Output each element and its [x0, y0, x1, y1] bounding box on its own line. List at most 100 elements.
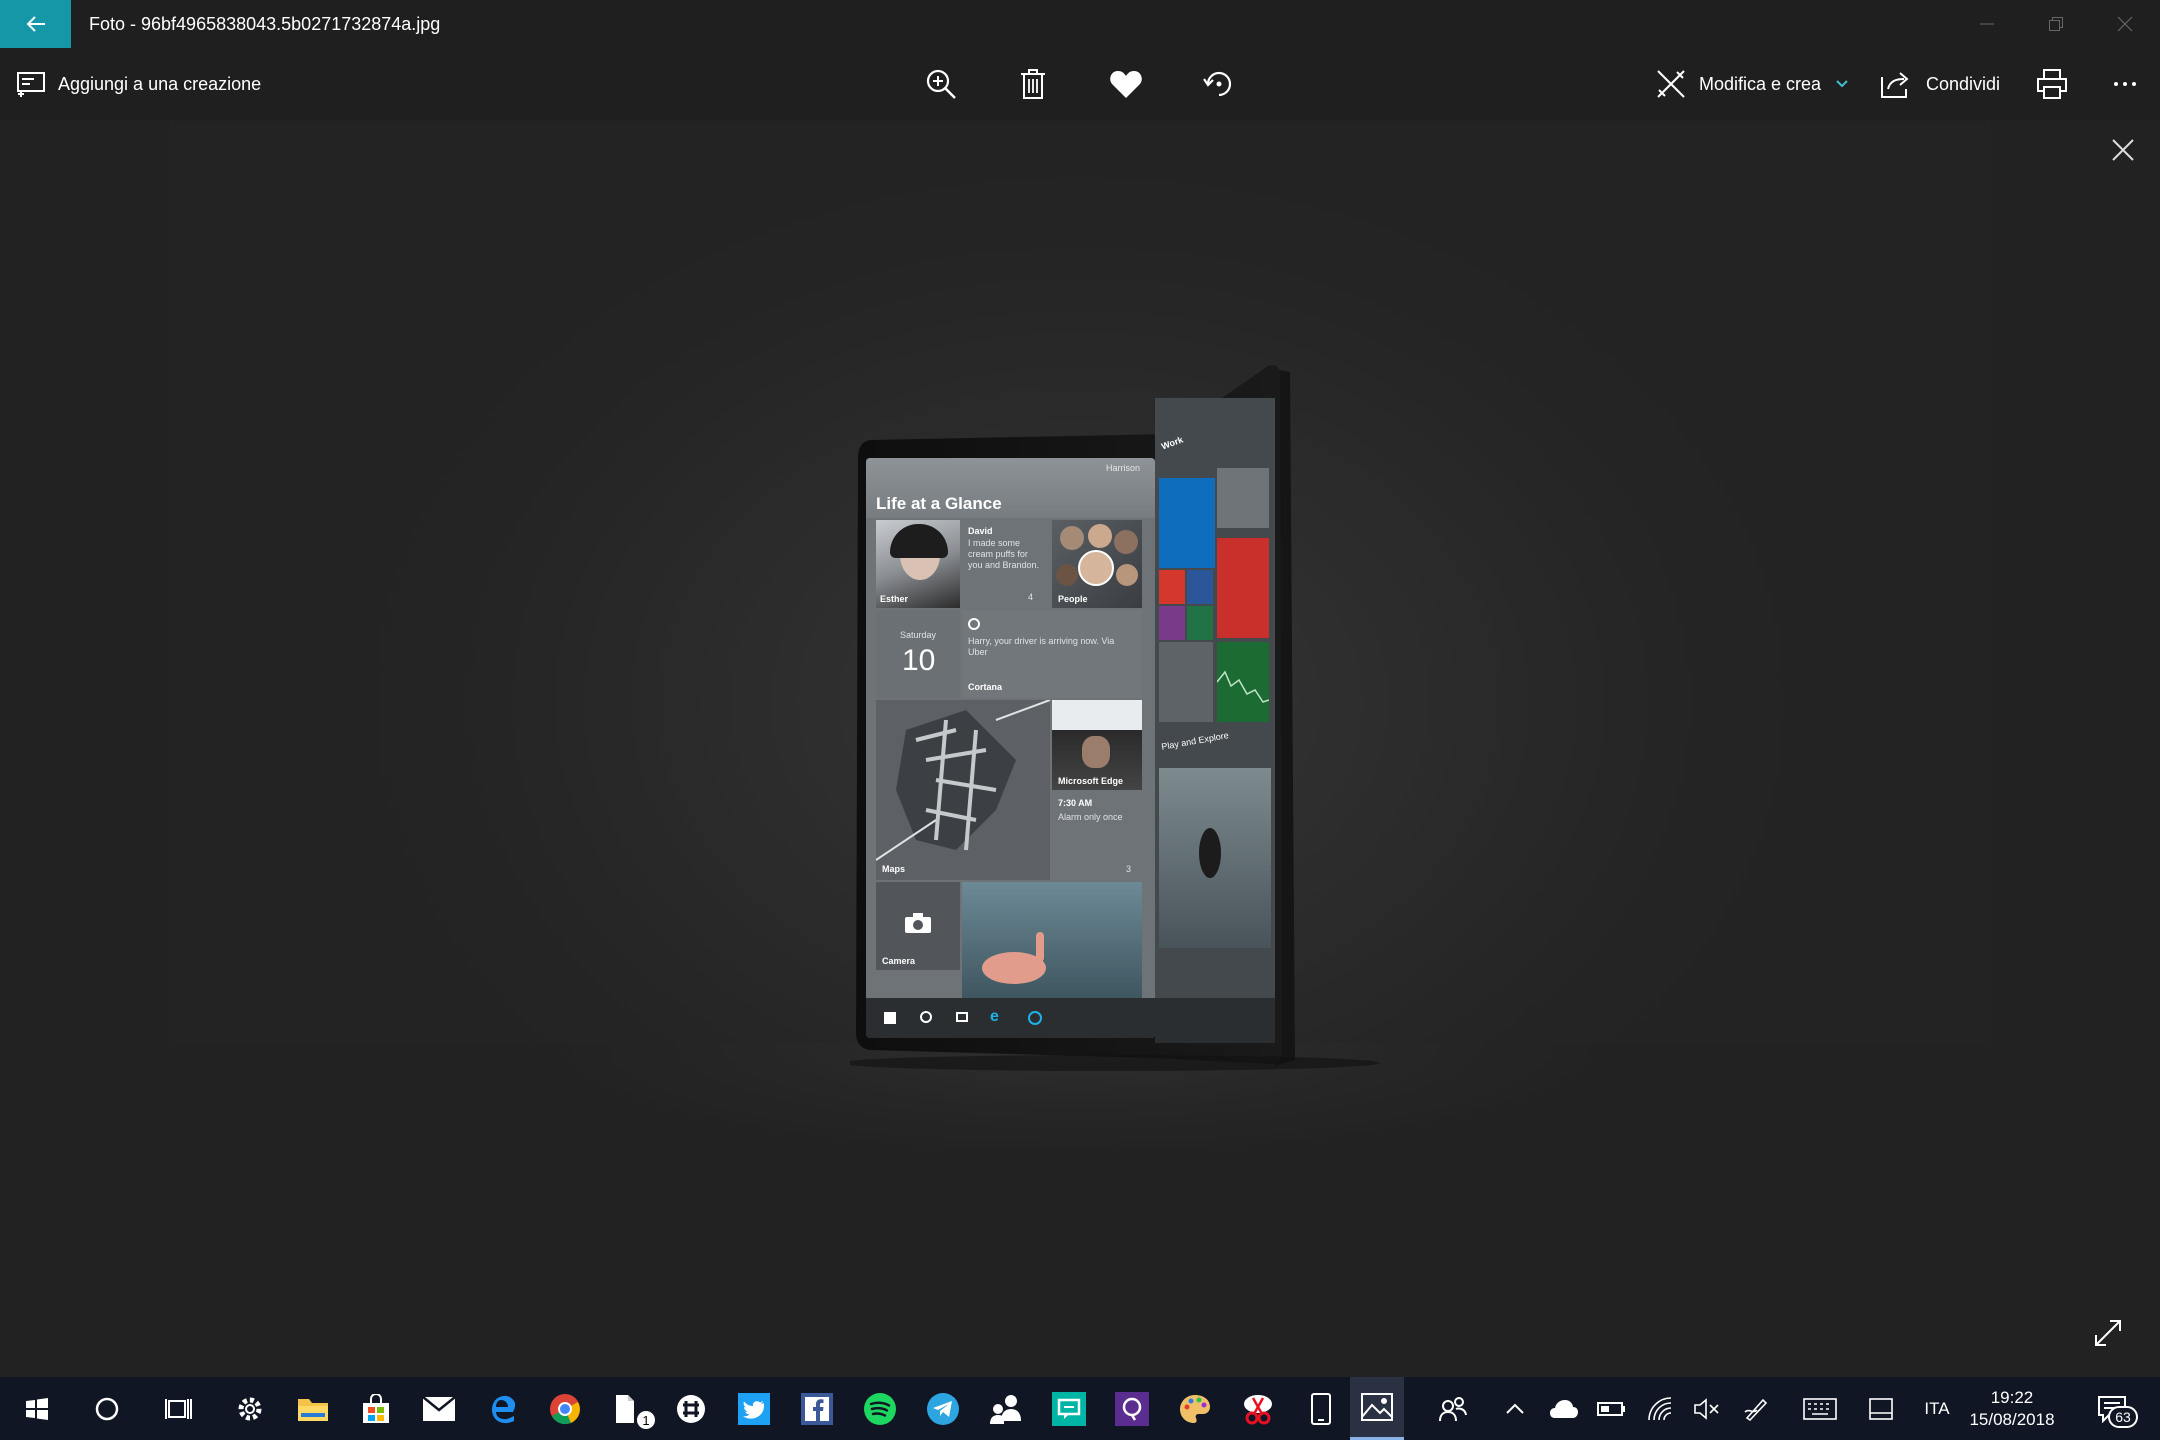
back-button[interactable]	[0, 0, 71, 48]
tile-message-sender: David	[968, 526, 993, 536]
slack-icon	[677, 1394, 705, 1423]
tray-people[interactable]	[1428, 1377, 1478, 1440]
share-button[interactable]: Condividi	[1880, 48, 2000, 120]
tile-maps-label: Maps	[882, 864, 906, 874]
edge-icon	[492, 1395, 516, 1423]
taskbar-people[interactable]	[977, 1377, 1035, 1440]
device-edge-icon: e	[990, 1008, 999, 1025]
window-title: Foto - 96bf4965838043.5b0271732874a.jpg	[89, 13, 441, 34]
files-badge: 1	[635, 1409, 657, 1431]
taskbar-file-explorer[interactable]	[284, 1377, 342, 1440]
taskbar-chat-app[interactable]	[1040, 1377, 1098, 1440]
taskbar-snip[interactable]	[1229, 1377, 1287, 1440]
tray-clock[interactable]: 19:22 15/08/2018	[1962, 1377, 2062, 1440]
title-bar: Foto - 96bf4965838043.5b0271732874a.jpg	[0, 0, 2160, 48]
people-icon	[1439, 1396, 1467, 1421]
tile-cortana-label: Cortana	[968, 682, 1003, 692]
taskbar-edge[interactable]	[473, 1377, 531, 1440]
close-window-button[interactable]	[2090, 0, 2159, 48]
twitter-icon	[738, 1392, 770, 1425]
delete-button[interactable]	[1012, 48, 1054, 120]
tray-battery[interactable]	[1588, 1377, 1636, 1440]
tray-wifi[interactable]	[1636, 1377, 1684, 1440]
right-tile-money	[1216, 642, 1270, 722]
printer-icon	[2037, 69, 2067, 99]
tray-language[interactable]: ITA	[1912, 1377, 1962, 1440]
tile-edge-face	[1082, 736, 1110, 768]
minimize-button[interactable]	[1952, 0, 2021, 48]
tray-tablet-mode[interactable]	[1856, 1377, 1906, 1440]
telegram-icon	[927, 1392, 959, 1425]
right-tile-purple	[1159, 606, 1185, 640]
edit-create-button[interactable]: Modifica e crea	[1655, 48, 1849, 120]
add-to-creation-icon	[17, 72, 45, 97]
tray-action-center[interactable]: 63	[2082, 1377, 2142, 1440]
trash-icon	[1021, 69, 1045, 99]
tray-pen[interactable]	[1732, 1377, 1780, 1440]
cloud-icon	[1550, 1399, 1578, 1418]
print-button[interactable]	[2032, 48, 2072, 120]
device-right-screen: Work Play and Explore	[1155, 398, 1275, 1043]
tray-onedrive[interactable]	[1540, 1377, 1588, 1440]
tile-esther-label: Esther	[880, 594, 909, 604]
zoom-in-button[interactable]	[920, 48, 962, 120]
taskbar-photos[interactable]	[1350, 1377, 1404, 1440]
start-button[interactable]	[8, 1377, 66, 1440]
taskbar-phone[interactable]	[1292, 1377, 1350, 1440]
favorite-button[interactable]	[1105, 48, 1147, 120]
volume-muted-icon	[1694, 1397, 1719, 1420]
notification-count-badge: 63	[2108, 1406, 2138, 1428]
right-tile-word	[1187, 570, 1213, 604]
cortana-ring-icon	[968, 618, 980, 630]
rotate-button[interactable]	[1198, 48, 1240, 120]
people-app-icon	[990, 1394, 1021, 1424]
tile-esther-hair	[890, 524, 948, 558]
tile-message-text: I made some cream puffs for you and Bran…	[968, 538, 1040, 570]
right-panel-play: Play and Explore	[1160, 730, 1230, 752]
taskbar-store[interactable]	[347, 1377, 405, 1440]
cortana-button[interactable]	[78, 1377, 136, 1440]
photo-image: Harrison Life at a Glance Esther David I…	[170, 123, 1990, 1330]
flamingo-neck	[1036, 932, 1044, 962]
bird-shape	[1199, 828, 1221, 878]
task-view-button[interactable]	[150, 1377, 208, 1440]
more-options-button[interactable]	[2105, 48, 2145, 120]
taskbar-facebook[interactable]	[788, 1377, 846, 1440]
taskbar-slack[interactable]	[662, 1377, 720, 1440]
add-to-creation-button[interactable]: Aggiungi a una creazione	[16, 48, 261, 120]
device-cortana-icon	[920, 1011, 932, 1023]
taskbar-telegram[interactable]	[914, 1377, 972, 1440]
paint-icon	[1180, 1394, 1210, 1423]
right-tile-excel	[1187, 606, 1213, 640]
people-avatar-5	[1116, 564, 1138, 586]
cortana-icon	[95, 1397, 119, 1420]
restore-icon	[2048, 17, 2063, 31]
restore-button[interactable]	[2021, 0, 2090, 48]
tile-calendar: Saturday 10	[876, 610, 960, 698]
device-left-screen: Harrison Life at a Glance Esther David I…	[866, 458, 1155, 1038]
taskbar-paint[interactable]	[1166, 1377, 1224, 1440]
feedback-icon	[1115, 1391, 1149, 1426]
rotate-icon	[1203, 71, 1232, 97]
taskbar-spotify[interactable]	[851, 1377, 909, 1440]
tray-show-hidden[interactable]	[1490, 1377, 1540, 1440]
tray-keyboard[interactable]	[1790, 1377, 1850, 1440]
close-icon	[2117, 16, 2132, 32]
tray-volume[interactable]	[1684, 1377, 1730, 1440]
taskbar-files-app[interactable]: 1	[599, 1377, 657, 1440]
facebook-icon	[801, 1392, 833, 1425]
chat-app-icon	[1052, 1391, 1086, 1426]
tile-camera: Camera	[876, 882, 960, 970]
taskbar-chrome[interactable]	[536, 1377, 594, 1440]
close-viewer-button[interactable]	[2105, 132, 2141, 168]
taskbar-feedback[interactable]	[1103, 1377, 1161, 1440]
tile-alarm-note: Alarm only once	[1058, 812, 1123, 822]
right-tile-bird	[1159, 768, 1271, 948]
chevron-down-icon	[1836, 80, 1848, 88]
expand-icon	[2095, 1320, 2121, 1346]
taskbar-mail[interactable]	[410, 1377, 468, 1440]
spotify-icon	[864, 1392, 896, 1425]
fullscreen-button[interactable]	[2090, 1315, 2126, 1351]
taskbar-settings[interactable]	[221, 1377, 279, 1440]
taskbar-twitter[interactable]	[725, 1377, 783, 1440]
